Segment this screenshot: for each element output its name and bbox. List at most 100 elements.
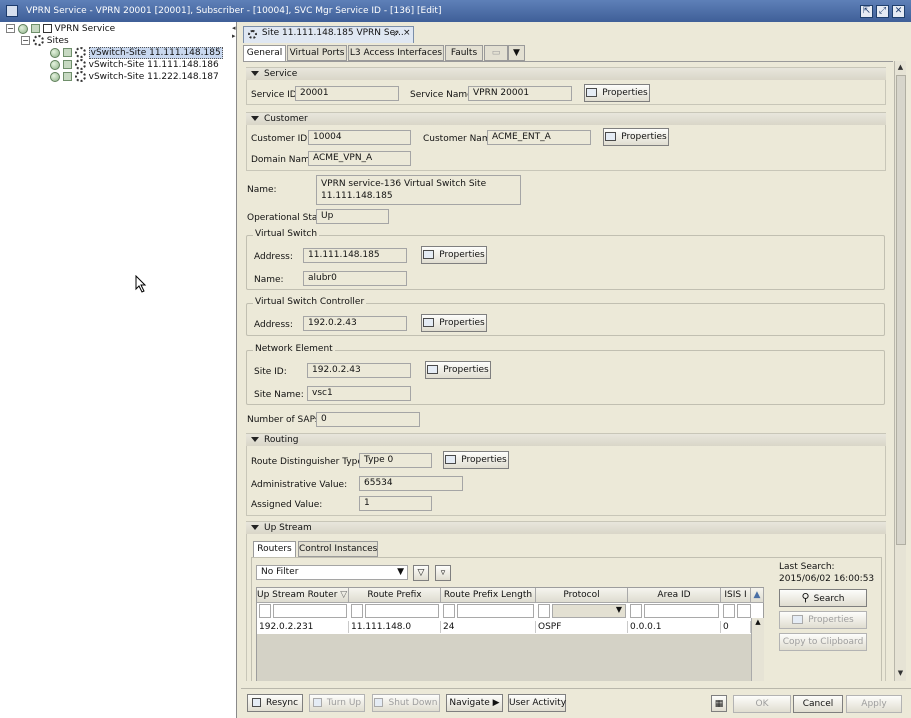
tree-sites[interactable]: − Sites	[21, 35, 69, 47]
navigation-tree[interactable]: − VPRN Service − Sites vSwitch-Site 11.1…	[0, 22, 237, 718]
routing-section-header[interactable]: Routing	[246, 433, 886, 446]
tab-menu-chevron-icon[interactable]: ▼	[508, 45, 525, 61]
column-chooser-icon[interactable]: ▲	[751, 588, 764, 603]
filter-checkbox[interactable]	[630, 604, 642, 618]
rd-type-field[interactable]: Type 0	[359, 453, 432, 468]
customer-properties-button[interactable]: Properties	[603, 128, 669, 146]
tab-overflow-icon[interactable]: ▭	[484, 45, 508, 61]
service-id-field[interactable]: 20001	[295, 86, 399, 101]
scroll-down-icon[interactable]: ▼	[895, 667, 906, 679]
ne-site-id-field[interactable]: 192.0.2.43	[307, 363, 411, 378]
tree-item-site-3[interactable]: vSwitch-Site 11.222.148.187	[50, 71, 219, 83]
site-name-field[interactable]: VPRN service-136 Virtual Switch Site 11.1…	[316, 175, 521, 205]
undock-icon[interactable]: ⇗	[392, 29, 400, 39]
service-name-field[interactable]: VPRN 20001	[468, 86, 572, 101]
column-filter-input[interactable]	[644, 604, 719, 618]
filter-checkbox[interactable]	[351, 604, 363, 618]
close-icon[interactable]: ✕	[892, 5, 905, 18]
scrollbar-thumb[interactable]	[896, 75, 906, 545]
ne-properties-button[interactable]: Properties	[425, 361, 491, 379]
column-filter-select[interactable]: ▼	[552, 604, 626, 618]
vsc-properties-button[interactable]: Properties	[421, 314, 487, 332]
ne-site-name-label: Site Name:	[254, 390, 304, 400]
routing-properties-button[interactable]: Properties	[443, 451, 509, 469]
customer-name-field[interactable]: ACME_ENT_A	[487, 130, 591, 145]
tree-item-site-2[interactable]: vSwitch-Site 11.111.148.186	[50, 59, 219, 71]
tab-faults[interactable]: Faults	[445, 45, 483, 61]
number-of-saps-field[interactable]: 0	[316, 412, 420, 427]
column-header[interactable]: Protocol	[536, 588, 628, 603]
upstream-routers-table[interactable]: Up Stream Router ▽ (1 Route Prefix Route…	[256, 587, 764, 681]
customer-section-header[interactable]: Customer	[246, 112, 886, 125]
content-scrollbar[interactable]: ▲ ▼	[894, 61, 906, 681]
maximize-icon[interactable]: ⤢	[876, 5, 889, 18]
filter-funnel-icon[interactable]: ▽	[413, 565, 429, 581]
tab-virtual-ports[interactable]: Virtual Ports	[287, 45, 347, 61]
service-section-header[interactable]: Service	[246, 67, 886, 80]
user-activity-button[interactable]: User Activity	[508, 694, 566, 712]
splitter-handle[interactable]: ◂ ▸	[232, 24, 238, 40]
button-label: Resync	[265, 698, 299, 708]
tree-item-label: vSwitch-Site 11.111.148.185	[88, 47, 223, 59]
tab-l3-access-interfaces[interactable]: L3 Access Interfaces	[348, 45, 444, 61]
filter-checkbox[interactable]	[538, 604, 550, 618]
table-cell[interactable]: OSPF	[536, 621, 628, 633]
tree-root[interactable]: − VPRN Service	[6, 23, 115, 35]
column-header[interactable]: ISIS I	[721, 588, 751, 603]
domain-name-field[interactable]: ACME_VPN_A	[308, 151, 411, 166]
restore-icon[interactable]: ⇱	[860, 5, 873, 18]
site-name-line2: 11.111.148.185	[321, 191, 393, 201]
table-cell[interactable]: 0	[721, 621, 751, 633]
tab-routers[interactable]: Routers	[253, 541, 296, 558]
operational-state-field[interactable]: Up	[316, 209, 389, 224]
filter-checkbox[interactable]	[259, 604, 271, 618]
navigate-button[interactable]: Navigate ▶	[446, 694, 503, 712]
shut-down-button[interactable]: Shut Down	[372, 694, 440, 712]
tab-general[interactable]: General	[243, 45, 286, 62]
table-scrollbar[interactable]: ▲	[751, 618, 764, 681]
admin-value-field[interactable]: 65534	[359, 476, 463, 491]
column-filter-input[interactable]	[273, 604, 347, 618]
customer-id-field[interactable]: 10004	[308, 130, 411, 145]
search-button[interactable]: ⚲ Search	[779, 589, 867, 607]
table-cell[interactable]: 24	[441, 621, 536, 633]
scroll-up-icon[interactable]: ▲	[895, 61, 906, 73]
collapse-icon[interactable]: −	[21, 36, 30, 45]
vswitch-name-field[interactable]: alubr0	[303, 271, 407, 286]
filter-select[interactable]: No Filter ▼	[256, 565, 408, 580]
table-cell[interactable]: 11.111.148.0	[349, 621, 441, 633]
collapse-icon[interactable]: −	[6, 24, 15, 33]
vswitch-properties-button[interactable]: Properties	[421, 246, 487, 264]
column-header[interactable]: Area ID	[628, 588, 721, 603]
apply-button[interactable]: Apply	[846, 695, 902, 713]
resync-button[interactable]: Resync	[247, 694, 303, 712]
ne-site-name-field[interactable]: vsc1	[307, 386, 411, 401]
column-filter-input[interactable]	[737, 604, 751, 618]
column-header[interactable]: Route Prefix Length	[441, 588, 536, 603]
clear-filter-icon[interactable]: ▿	[435, 565, 451, 581]
row-properties-button[interactable]: Properties	[779, 611, 867, 629]
tree-item-site-1[interactable]: vSwitch-Site 11.111.148.185	[50, 47, 223, 59]
table-cell[interactable]: 0.0.0.1	[628, 621, 721, 633]
upstream-section-header[interactable]: Up Stream	[246, 521, 886, 534]
column-header[interactable]: Route Prefix	[349, 588, 441, 603]
last-search-label: Last Search:	[779, 562, 835, 572]
vsc-address-field[interactable]: 192.0.2.43	[303, 316, 407, 331]
filter-checkbox[interactable]	[443, 604, 455, 618]
turn-up-button[interactable]: Turn Up	[309, 694, 365, 712]
column-filter-input[interactable]	[365, 604, 439, 618]
column-header[interactable]: Up Stream Router ▽ (1	[257, 588, 349, 603]
vswitch-address-field[interactable]: 11.111.148.185	[303, 248, 407, 263]
close-tab-icon[interactable]: ×	[403, 28, 411, 38]
assigned-value-field[interactable]: 1	[359, 496, 432, 511]
filter-checkbox[interactable]	[723, 604, 735, 618]
ok-button[interactable]: OK	[733, 695, 791, 713]
tab-control-instances[interactable]: Control Instances	[298, 541, 378, 557]
save-icon[interactable]: ▦	[711, 695, 727, 712]
document-tab[interactable]: Site 11.111.148.185 VPRN Se... ⇗ ×	[243, 26, 414, 43]
cancel-button[interactable]: Cancel	[793, 695, 843, 713]
service-properties-button[interactable]: Properties	[584, 84, 650, 102]
table-cell[interactable]: 192.0.2.231	[257, 621, 349, 633]
copy-to-clipboard-button[interactable]: Copy to Clipboard	[779, 633, 867, 651]
column-filter-input[interactable]	[457, 604, 534, 618]
